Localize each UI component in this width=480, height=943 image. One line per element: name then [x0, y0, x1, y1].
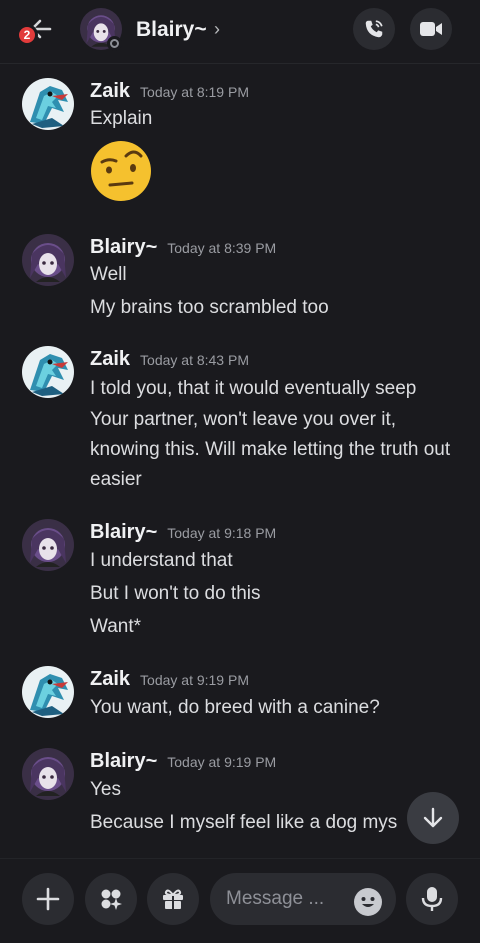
- arrow-down-icon: [423, 807, 443, 828]
- avatar[interactable]: [22, 346, 74, 398]
- page-title[interactable]: Blairy~: [136, 18, 207, 42]
- voice-call-button[interactable]: [353, 8, 395, 50]
- microphone-icon: [421, 887, 443, 911]
- message-text: But I won't to do this: [90, 583, 261, 604]
- gift-button[interactable]: [147, 873, 199, 925]
- chevron-right-icon[interactable]: ›: [214, 19, 220, 40]
- message-text: You want, do breed with a canine?: [90, 697, 380, 718]
- zaik-avatar-image: [22, 346, 74, 398]
- message-author[interactable]: Blairy~ Today at 9:18 PM: [90, 521, 276, 544]
- message-text: Explain: [90, 108, 153, 129]
- message-author[interactable]: Zaik Today at 8:19 PM: [90, 80, 249, 103]
- plus-icon: [36, 887, 60, 911]
- message-timestamp: Today at 9:19 PM: [140, 672, 249, 688]
- add-attachment-button[interactable]: [22, 873, 74, 925]
- chat-header: 2 Blairy~ ›: [0, 0, 480, 64]
- avatar[interactable]: [22, 234, 74, 286]
- author-name[interactable]: Blairy~: [90, 521, 157, 543]
- jump-to-bottom-button[interactable]: [407, 792, 459, 844]
- blairy-avatar-image: [22, 519, 74, 571]
- avatar[interactable]: [22, 78, 74, 130]
- message-timestamp: Today at 8:43 PM: [140, 352, 249, 368]
- gift-icon: [163, 889, 183, 909]
- emoji-button[interactable]: [354, 888, 382, 916]
- notification-badge: 2: [16, 24, 38, 46]
- author-name[interactable]: Blairy~: [90, 750, 157, 772]
- author-name[interactable]: Zaik: [90, 348, 130, 370]
- message-author[interactable]: Zaik Today at 9:19 PM: [90, 668, 249, 691]
- message-text: I told you, that it would eventually see…: [90, 378, 417, 399]
- message-text: Well: [90, 264, 127, 285]
- message-author[interactable]: Blairy~ Today at 9:19 PM: [90, 750, 276, 773]
- apps-icon: [101, 889, 122, 910]
- message-text: Yes: [90, 779, 121, 800]
- apps-button[interactable]: [85, 873, 137, 925]
- blairy-avatar-image: [22, 748, 74, 800]
- zaik-avatar-image: [22, 666, 74, 718]
- message-timestamp: Today at 9:18 PM: [167, 525, 277, 541]
- message-text: I understand that: [90, 550, 233, 571]
- blairy-avatar-image: [22, 234, 74, 286]
- author-name[interactable]: Zaik: [90, 668, 130, 690]
- author-name[interactable]: Blairy~: [90, 236, 157, 258]
- message-timestamp: Today at 8:39 PM: [167, 240, 277, 256]
- raised-eyebrow-emoji-icon[interactable]: [90, 140, 152, 202]
- offline-status-icon: [107, 36, 122, 51]
- avatar[interactable]: [22, 748, 74, 800]
- message-author[interactable]: Blairy~ Today at 8:39 PM: [90, 236, 276, 259]
- author-name[interactable]: Zaik: [90, 80, 130, 102]
- voice-message-button[interactable]: [406, 873, 458, 925]
- message-text: Want*: [90, 616, 142, 637]
- message-text: My brains too scrambled too: [90, 297, 329, 318]
- message-timestamp: Today at 9:19 PM: [167, 754, 277, 770]
- phone-icon: [365, 20, 383, 38]
- avatar[interactable]: [22, 666, 74, 718]
- emoji-icon: [355, 889, 381, 915]
- video-call-button[interactable]: [410, 8, 452, 50]
- message-text: Because I myself feel like a dog mys: [90, 812, 398, 833]
- zaik-avatar-image: [22, 78, 74, 130]
- message-timestamp: Today at 8:19 PM: [140, 84, 249, 100]
- message-text: Your partner, won't leave you over it, k…: [90, 409, 451, 490]
- message-composer: [0, 858, 480, 943]
- message-author[interactable]: Zaik Today at 8:43 PM: [90, 348, 249, 371]
- video-camera-icon: [420, 22, 442, 36]
- avatar[interactable]: [22, 519, 74, 571]
